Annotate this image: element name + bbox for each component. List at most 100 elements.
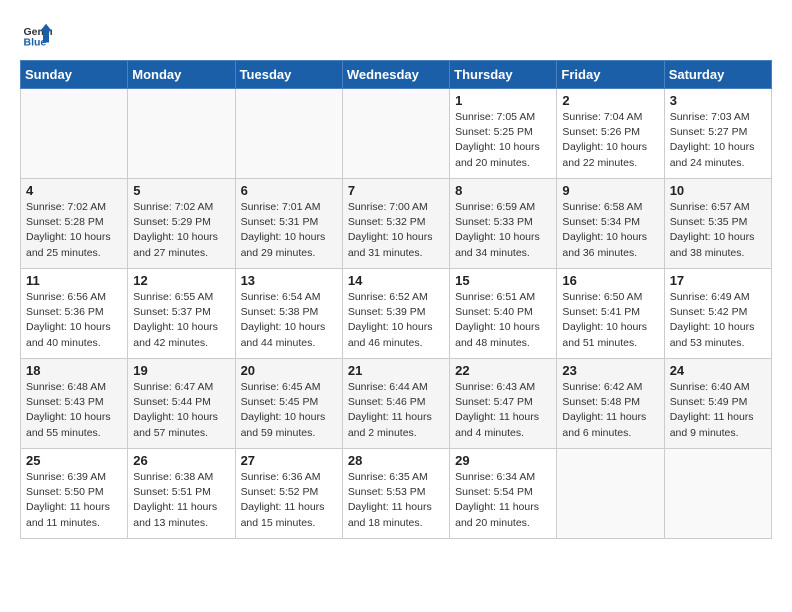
calendar-cell: 3Sunrise: 7:03 AM Sunset: 5:27 PM Daylig… <box>664 89 771 179</box>
calendar-table: SundayMondayTuesdayWednesdayThursdayFrid… <box>20 60 772 539</box>
day-number: 23 <box>562 363 658 378</box>
calendar-cell: 9 Sunrise: 6:58 AM Sunset: 5:34 PM Daylig… <box>557 179 664 269</box>
calendar-cell <box>557 449 664 539</box>
calendar-cell: 4 Sunrise: 7:02 AM Sunset: 5:28 PM Daylig… <box>21 179 128 269</box>
calendar-cell: 11 Sunrise: 6:56 AM Sunset: 5:36 PM Dayli… <box>21 269 128 359</box>
day-number: 2 <box>562 93 658 108</box>
calendar-cell <box>664 449 771 539</box>
day-number: 9 <box>562 183 658 198</box>
calendar-cell <box>342 89 449 179</box>
calendar-cell: 15 Sunrise: 6:51 AM Sunset: 5:40 PM Dayli… <box>450 269 557 359</box>
day-info: Sunrise: 6:38 AM Sunset: 5:51 PM Dayligh… <box>133 470 229 531</box>
day-info: Sunrise: 7:01 AM Sunset: 5:31 PM Dayligh… <box>241 200 337 261</box>
calendar-cell: 21Sunrise: 6:44 AM Sunset: 5:46 PM Dayli… <box>342 359 449 449</box>
calendar-cell: 28 Sunrise: 6:35 AM Sunset: 5:53 PM Dayli… <box>342 449 449 539</box>
calendar-cell: 24 Sunrise: 6:40 AM Sunset: 5:49 PM Dayli… <box>664 359 771 449</box>
day-info: Sunrise: 6:54 AM Sunset: 5:38 PM Dayligh… <box>241 290 337 351</box>
calendar-week-row: 4 Sunrise: 7:02 AM Sunset: 5:28 PM Daylig… <box>21 179 772 269</box>
day-number: 10 <box>670 183 766 198</box>
day-info: Sunrise: 7:02 AM Sunset: 5:28 PM Dayligh… <box>26 200 122 261</box>
calendar-cell: 25 Sunrise: 6:39 AM Sunset: 5:50 PM Dayli… <box>21 449 128 539</box>
calendar-cell: 26Sunrise: 6:38 AM Sunset: 5:51 PM Dayli… <box>128 449 235 539</box>
day-number: 25 <box>26 453 122 468</box>
day-number: 22 <box>455 363 551 378</box>
day-info: Sunrise: 6:56 AM Sunset: 5:36 PM Dayligh… <box>26 290 122 351</box>
day-info: Sunrise: 6:47 AM Sunset: 5:44 PM Dayligh… <box>133 380 229 441</box>
day-number: 4 <box>26 183 122 198</box>
day-info: Sunrise: 6:57 AM Sunset: 5:35 PM Dayligh… <box>670 200 766 261</box>
day-number: 3 <box>670 93 766 108</box>
day-info: Sunrise: 6:50 AM Sunset: 5:41 PM Dayligh… <box>562 290 658 351</box>
day-info: Sunrise: 7:00 AM Sunset: 5:32 PM Dayligh… <box>348 200 444 261</box>
day-number: 5 <box>133 183 229 198</box>
weekday-header-sunday: Sunday <box>21 61 128 89</box>
day-info: Sunrise: 6:49 AM Sunset: 5:42 PM Dayligh… <box>670 290 766 351</box>
calendar-cell: 29 Sunrise: 6:34 AM Sunset: 5:54 PM Dayli… <box>450 449 557 539</box>
weekday-header-tuesday: Tuesday <box>235 61 342 89</box>
day-number: 14 <box>348 273 444 288</box>
day-info: Sunrise: 7:05 AM Sunset: 5:25 PM Dayligh… <box>455 110 551 171</box>
calendar-cell: 1 Sunrise: 7:05 AM Sunset: 5:25 PM Daylig… <box>450 89 557 179</box>
calendar-cell: 7 Sunrise: 7:00 AM Sunset: 5:32 PM Daylig… <box>342 179 449 269</box>
day-number: 29 <box>455 453 551 468</box>
day-number: 15 <box>455 273 551 288</box>
weekday-header-saturday: Saturday <box>664 61 771 89</box>
day-number: 6 <box>241 183 337 198</box>
calendar-cell: 18 Sunrise: 6:48 AM Sunset: 5:43 PM Dayli… <box>21 359 128 449</box>
day-number: 16 <box>562 273 658 288</box>
calendar-cell: 5 Sunrise: 7:02 AM Sunset: 5:29 PM Daylig… <box>128 179 235 269</box>
day-number: 8 <box>455 183 551 198</box>
calendar-cell: 17 Sunrise: 6:49 AM Sunset: 5:42 PM Dayli… <box>664 269 771 359</box>
day-number: 13 <box>241 273 337 288</box>
weekday-header-wednesday: Wednesday <box>342 61 449 89</box>
calendar-week-row: 11 Sunrise: 6:56 AM Sunset: 5:36 PM Dayli… <box>21 269 772 359</box>
day-info: Sunrise: 6:48 AM Sunset: 5:43 PM Dayligh… <box>26 380 122 441</box>
calendar-cell: 13 Sunrise: 6:54 AM Sunset: 5:38 PM Dayli… <box>235 269 342 359</box>
day-info: Sunrise: 7:02 AM Sunset: 5:29 PM Dayligh… <box>133 200 229 261</box>
day-info: Sunrise: 6:43 AM Sunset: 5:47 PM Dayligh… <box>455 380 551 441</box>
day-number: 12 <box>133 273 229 288</box>
day-number: 18 <box>26 363 122 378</box>
day-info: Sunrise: 6:35 AM Sunset: 5:53 PM Dayligh… <box>348 470 444 531</box>
day-number: 28 <box>348 453 444 468</box>
day-info: Sunrise: 6:42 AM Sunset: 5:48 PM Dayligh… <box>562 380 658 441</box>
day-number: 17 <box>670 273 766 288</box>
calendar-cell: 10 Sunrise: 6:57 AM Sunset: 5:35 PM Dayli… <box>664 179 771 269</box>
calendar-cell: 8 Sunrise: 6:59 AM Sunset: 5:33 PM Daylig… <box>450 179 557 269</box>
day-number: 1 <box>455 93 551 108</box>
calendar-week-row: 1 Sunrise: 7:05 AM Sunset: 5:25 PM Daylig… <box>21 89 772 179</box>
day-info: Sunrise: 6:52 AM Sunset: 5:39 PM Dayligh… <box>348 290 444 351</box>
weekday-header-friday: Friday <box>557 61 664 89</box>
day-info: Sunrise: 6:58 AM Sunset: 5:34 PM Dayligh… <box>562 200 658 261</box>
day-number: 11 <box>26 273 122 288</box>
day-info: Sunrise: 6:55 AM Sunset: 5:37 PM Dayligh… <box>133 290 229 351</box>
day-number: 19 <box>133 363 229 378</box>
calendar-cell <box>21 89 128 179</box>
calendar-cell <box>128 89 235 179</box>
day-number: 20 <box>241 363 337 378</box>
calendar-week-row: 25 Sunrise: 6:39 AM Sunset: 5:50 PM Dayli… <box>21 449 772 539</box>
calendar-cell: 2Sunrise: 7:04 AM Sunset: 5:26 PM Daylig… <box>557 89 664 179</box>
calendar-cell: 23 Sunrise: 6:42 AM Sunset: 5:48 PM Dayli… <box>557 359 664 449</box>
day-number: 24 <box>670 363 766 378</box>
day-number: 27 <box>241 453 337 468</box>
day-number: 21 <box>348 363 444 378</box>
calendar-cell <box>235 89 342 179</box>
logo-icon: General Blue <box>22 20 52 50</box>
day-info: Sunrise: 6:34 AM Sunset: 5:54 PM Dayligh… <box>455 470 551 531</box>
calendar-cell: 16 Sunrise: 6:50 AM Sunset: 5:41 PM Dayli… <box>557 269 664 359</box>
day-info: Sunrise: 6:40 AM Sunset: 5:49 PM Dayligh… <box>670 380 766 441</box>
weekday-header-row: SundayMondayTuesdayWednesdayThursdayFrid… <box>21 61 772 89</box>
calendar-cell: 12 Sunrise: 6:55 AM Sunset: 5:37 PM Dayli… <box>128 269 235 359</box>
weekday-header-thursday: Thursday <box>450 61 557 89</box>
calendar-cell: 14 Sunrise: 6:52 AM Sunset: 5:39 PM Dayli… <box>342 269 449 359</box>
day-number: 7 <box>348 183 444 198</box>
calendar-cell: 20 Sunrise: 6:45 AM Sunset: 5:45 PM Dayli… <box>235 359 342 449</box>
day-info: Sunrise: 6:59 AM Sunset: 5:33 PM Dayligh… <box>455 200 551 261</box>
day-info: Sunrise: 6:39 AM Sunset: 5:50 PM Dayligh… <box>26 470 122 531</box>
calendar-cell: 6 Sunrise: 7:01 AM Sunset: 5:31 PM Daylig… <box>235 179 342 269</box>
day-info: Sunrise: 6:51 AM Sunset: 5:40 PM Dayligh… <box>455 290 551 351</box>
svg-text:Blue: Blue <box>24 37 47 49</box>
day-info: Sunrise: 6:36 AM Sunset: 5:52 PM Dayligh… <box>241 470 337 531</box>
day-info: Sunrise: 6:45 AM Sunset: 5:45 PM Dayligh… <box>241 380 337 441</box>
